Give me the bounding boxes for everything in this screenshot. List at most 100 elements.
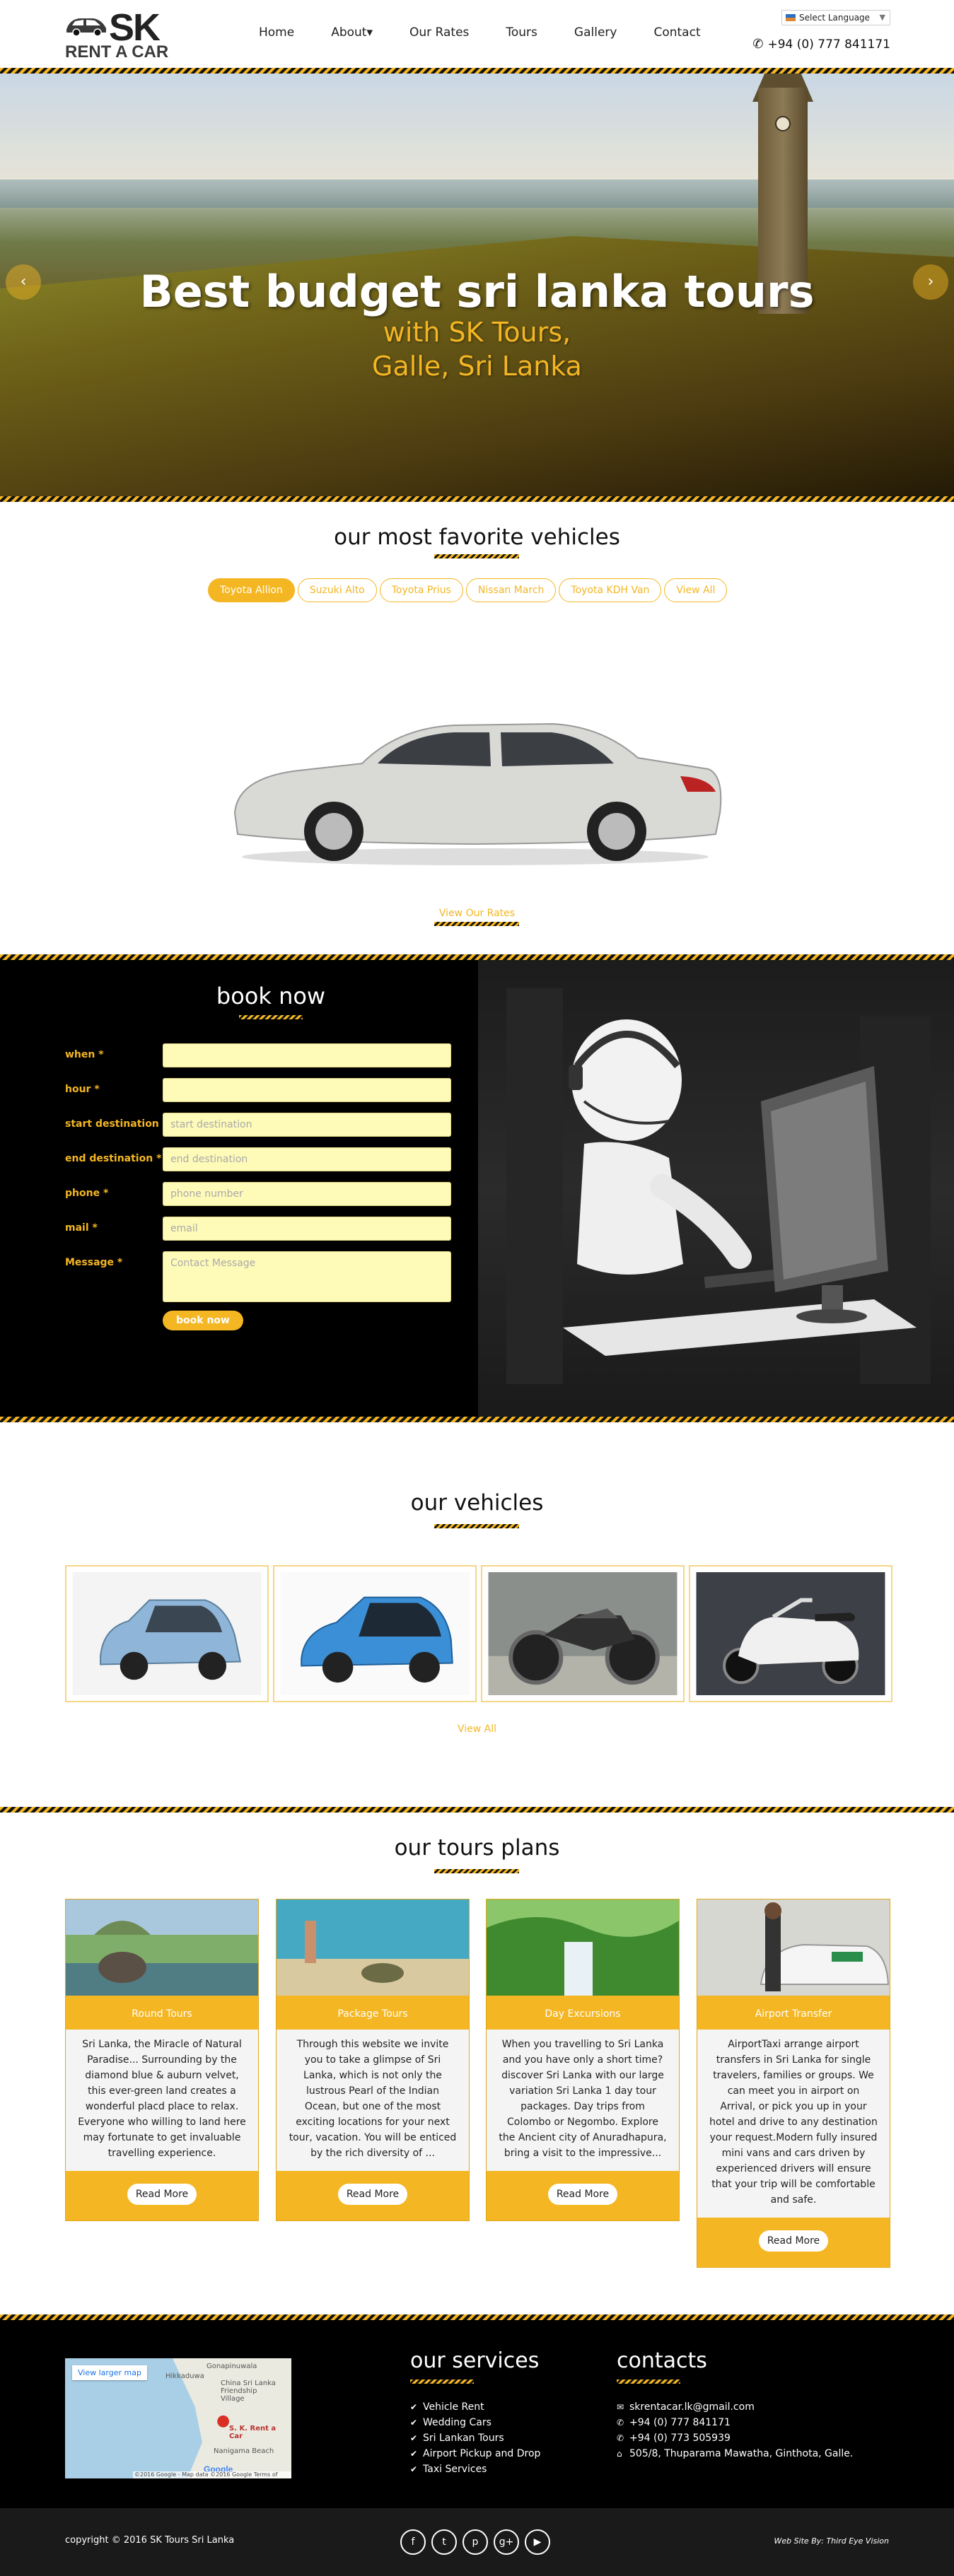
- booking-divider-bottom: [0, 1417, 954, 1422]
- phone-input[interactable]: [163, 1182, 451, 1206]
- message-textarea[interactable]: [163, 1251, 451, 1302]
- service-item[interactable]: ✔ Vehicle Rent: [410, 2399, 540, 2415]
- site-logo[interactable]: SK RENT A CAR: [65, 6, 178, 65]
- when-input[interactable]: [163, 1043, 451, 1067]
- email-input[interactable]: [163, 1217, 451, 1241]
- hero-clock: [775, 116, 791, 131]
- nav-about[interactable]: About▾: [313, 25, 391, 40]
- favorites-tabs: Toyota Allion Suzuki Alto Toyota Prius N…: [208, 578, 728, 602]
- language-select-label: Select Language: [799, 13, 871, 23]
- rates-link-underline: [434, 922, 519, 926]
- main-nav: Home About▾ Our Rates Tours Gallery Cont…: [240, 25, 719, 40]
- tour-title: Day Excursions: [545, 2008, 621, 2020]
- header-phone: ✆ +94 (0) 777 841171: [752, 37, 890, 52]
- nav-home[interactable]: Home: [240, 25, 313, 40]
- contacts-title-underline: [617, 2379, 680, 2384]
- header-phone-number: +94 (0) 777 841171: [767, 37, 890, 52]
- contact-address: ⌂ 505/8, Thuparama Mawatha, Ginthota, Gal…: [617, 2446, 853, 2461]
- contact-phone[interactable]: ✆ +94 (0) 773 505939: [617, 2430, 853, 2446]
- vehicle-card[interactable]: [481, 1565, 685, 1702]
- location-map[interactable]: View larger map Gonapinuwala Hikkaduwa C…: [65, 2358, 291, 2478]
- tour-title: Airport Transfer: [755, 2008, 832, 2020]
- contact-email-text: skrentacar.lk@gmail.com: [629, 2401, 755, 2413]
- youtube-icon[interactable]: ▶: [525, 2529, 550, 2555]
- tour-description: Through this website we invite you to ta…: [277, 2030, 469, 2171]
- google-plus-icon[interactable]: g+: [494, 2529, 519, 2555]
- tour-card-airport-transfer: Airport Transfer AirportTaxi arrange air…: [697, 1899, 890, 2268]
- service-item[interactable]: ✔ Airport Pickup and Drop: [410, 2446, 540, 2461]
- booking-divider-top: [0, 954, 954, 960]
- contacts-title: contacts: [617, 2348, 707, 2373]
- tour-description: AirportTaxi arrange airport transfers in…: [697, 2030, 890, 2218]
- end-destination-input[interactable]: [163, 1147, 451, 1171]
- service-item[interactable]: ✔ Wedding Cars: [410, 2415, 540, 2430]
- facebook-icon[interactable]: f: [400, 2529, 426, 2555]
- nav-our-rates[interactable]: Our Rates: [391, 25, 487, 40]
- nav-gallery[interactable]: Gallery: [556, 25, 636, 40]
- contact-phone-text: +94 (0) 777 841171: [629, 2417, 731, 2428]
- vehicle-card[interactable]: [689, 1565, 892, 1702]
- booking-illustration: [478, 960, 954, 1418]
- view-larger-map-link[interactable]: View larger map: [72, 2365, 147, 2380]
- site-footer: View larger map Gonapinuwala Hikkaduwa C…: [0, 2320, 954, 2508]
- read-more-button[interactable]: Read More: [338, 2184, 407, 2205]
- tour-image-elephant: [66, 1899, 258, 1996]
- tours-title-underline: [434, 1869, 519, 1873]
- hour-input[interactable]: [163, 1078, 451, 1102]
- map-town: Hikkaduwa: [165, 2372, 204, 2380]
- nav-tours[interactable]: Tours: [487, 25, 556, 40]
- tour-description: Sri Lanka, the Miracle of Natural Paradi…: [66, 2030, 258, 2171]
- map-place-label: S. K. Rent a Car: [229, 2425, 277, 2440]
- service-item-label: Taxi Services: [423, 2464, 487, 2475]
- language-select[interactable]: Select Language ▼: [781, 10, 890, 25]
- site-header: SK RENT A CAR Home About▾ Our Rates Tour…: [0, 0, 954, 74]
- support-agent-image: [506, 988, 931, 1384]
- phone-icon: ✆: [617, 2418, 624, 2428]
- book-now-button[interactable]: book now: [163, 1311, 243, 1330]
- field-start-destination-label: start destination *: [65, 1118, 168, 1130]
- tab-toyota-allion[interactable]: Toyota Allion: [208, 578, 295, 602]
- flag-icon: [786, 14, 796, 21]
- tour-title: Package Tours: [337, 2008, 408, 2020]
- nav-contact[interactable]: Contact: [635, 25, 719, 40]
- hero-divider: [0, 496, 954, 502]
- tour-title: Round Tours: [132, 2008, 192, 2020]
- view-all-vehicles-link[interactable]: View All: [0, 1723, 954, 1735]
- field-message-label: Message *: [65, 1257, 123, 1268]
- service-item[interactable]: ✔ Sri Lankan Tours: [410, 2430, 540, 2446]
- check-icon: ✔: [410, 2402, 418, 2412]
- contact-address-text: 505/8, Thuparama Mawatha, Ginthota, Gall…: [629, 2448, 854, 2459]
- contact-email[interactable]: ✉ skrentacar.lk@gmail.com: [617, 2399, 853, 2415]
- start-destination-input[interactable]: [163, 1113, 451, 1137]
- service-item-label: Wedding Cars: [423, 2417, 491, 2428]
- view-our-rates-link[interactable]: View Our Rates: [0, 908, 954, 919]
- field-mail-label: mail *: [65, 1222, 98, 1234]
- tab-nissan-march[interactable]: Nissan March: [465, 578, 557, 602]
- twitter-icon[interactable]: t: [431, 2529, 457, 2555]
- service-item[interactable]: ✔ Taxi Services: [410, 2461, 540, 2477]
- contact-phone[interactable]: ✆ +94 (0) 777 841171: [617, 2415, 853, 2430]
- booking-section: book now when * hour * start destination…: [0, 960, 954, 1418]
- site-credit[interactable]: Web Site By: Third Eye Vision: [774, 2536, 889, 2546]
- read-more-button[interactable]: Read More: [548, 2184, 617, 2205]
- tab-view-all[interactable]: View All: [664, 578, 728, 602]
- vehicle-image-motorbike: [488, 1572, 677, 1695]
- tab-toyota-kdh-van[interactable]: Toyota KDH Van: [559, 578, 662, 602]
- tab-toyota-prius[interactable]: Toyota Prius: [379, 578, 463, 602]
- read-more-button[interactable]: Read More: [127, 2184, 197, 2205]
- check-icon: ✔: [410, 2418, 418, 2428]
- bottom-bar: copyright © 2016 SK Tours Sri Lanka f t …: [0, 2508, 954, 2576]
- tour-image-airport-taxi: [697, 1899, 890, 1996]
- car-logo-icon: [66, 18, 106, 37]
- pinterest-icon[interactable]: p: [463, 2529, 488, 2555]
- vehicle-card[interactable]: [65, 1565, 269, 1702]
- map-town: China Sri Lanka Friendship Village: [221, 2379, 276, 2403]
- phone-icon: ✆: [752, 37, 764, 52]
- vehicle-card[interactable]: [273, 1565, 477, 1702]
- field-when-label: when *: [65, 1049, 104, 1060]
- tab-suzuki-alto[interactable]: Suzuki Alto: [297, 578, 377, 602]
- service-item-label: Airport Pickup and Drop: [423, 2448, 541, 2459]
- read-more-button[interactable]: Read More: [759, 2230, 828, 2252]
- map-pin-icon: ●: [216, 2412, 231, 2430]
- hero-slider: ‹ › Best budget sri lanka tours with SK …: [0, 74, 954, 498]
